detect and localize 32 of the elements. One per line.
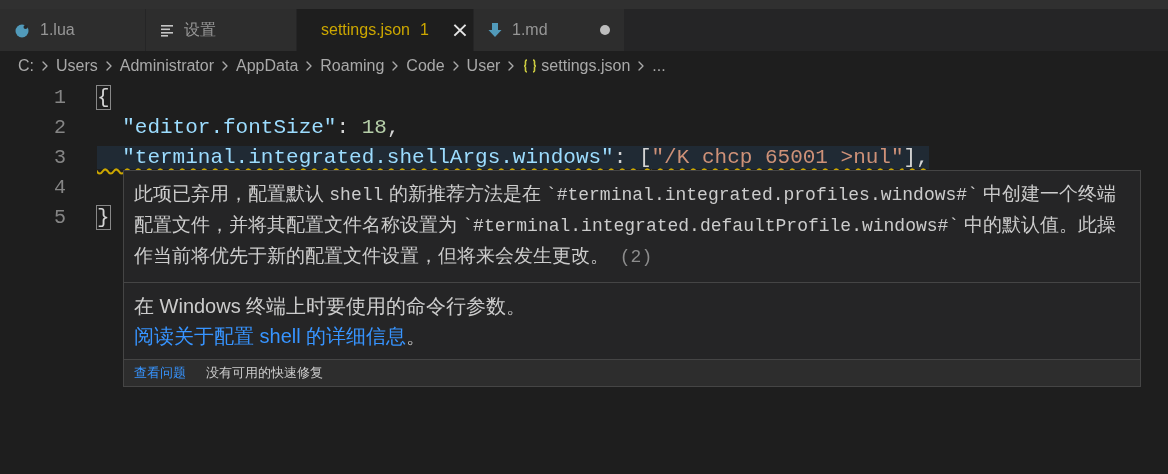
breadcrumb[interactable]: AppData <box>236 56 299 75</box>
line-number: 4 <box>53 175 66 199</box>
breadcrumb[interactable]: C: <box>18 56 34 75</box>
editor-tab[interactable]: 1.md <box>474 9 625 51</box>
code-line: "editor.fontSize": 18, <box>121 115 400 139</box>
editor-tab[interactable]: 设置 <box>146 9 297 51</box>
breadcrumb[interactable]: Roaming <box>320 56 385 75</box>
line-number: 3 <box>53 145 66 169</box>
line-number: 2 <box>53 115 66 139</box>
line-number: 5 <box>53 205 66 229</box>
line-number: 1 <box>53 85 66 109</box>
down-arrow-icon <box>488 22 502 38</box>
view-problem-link[interactable]: 查看问题 <box>134 364 186 382</box>
breadcrumb[interactable]: User <box>466 56 501 75</box>
close-button[interactable]: × <box>448 19 472 41</box>
code-line: } <box>97 205 110 229</box>
problem-count: 1 <box>419 21 429 39</box>
breadcrumb[interactable]: ... <box>652 56 666 75</box>
breadcrumb[interactable]: Code <box>406 56 445 75</box>
setting-description: 在 Windows 终端上时要使用的命令行参数。 阅读关于配置 shell 的详细信息。 <box>133 294 528 349</box>
quick-fix-note: 没有可用的快速修复 <box>206 364 323 382</box>
breadcrumb[interactable]: Users <box>56 56 98 75</box>
moon-icon <box>14 22 30 38</box>
breadcrumb[interactable]: settings.json <box>541 56 631 75</box>
docs-link[interactable]: 阅读关于配置 shell 的详细信息 <box>134 325 407 347</box>
breadcrumb[interactable]: Administrator <box>119 56 215 75</box>
deprecation-message: 此项已弃用，配置默认 shell 的新推荐方法是在 `#terminal.integrated.profiles.windows#` 中创建一个终端配置文件，并将其配置文件名称设置为 `#terminal.integrated.defaultProfile.windows#` 中的默认值。此操作当前将优先于新的配置文件设置，但将来会发生更改。 (2) <box>124 171 1140 283</box>
editor-tab[interactable]: settings.json 1 × <box>297 9 474 51</box>
lines-icon <box>160 23 174 37</box>
braces-icon <box>522 57 539 74</box>
code-line: { <box>97 85 110 109</box>
editor-tab[interactable]: 1.lua <box>0 9 146 51</box>
